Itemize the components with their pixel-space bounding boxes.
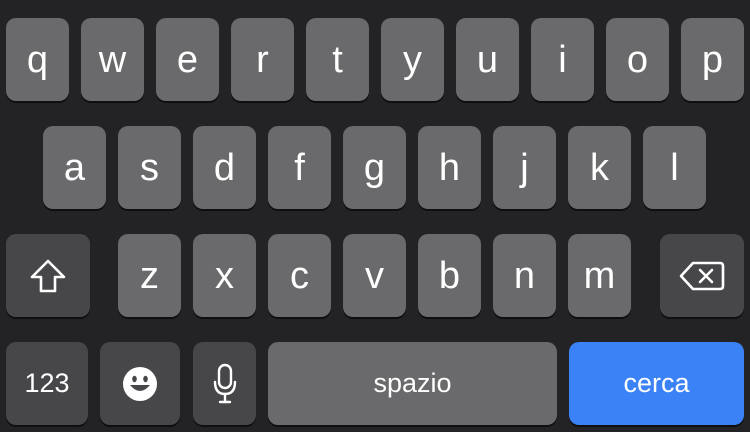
backspace-icon: [679, 260, 725, 292]
key-c[interactable]: c: [268, 234, 331, 317]
key-label: x: [215, 254, 234, 297]
key-a[interactable]: a: [43, 126, 106, 209]
key-w[interactable]: w: [81, 18, 144, 101]
numbers-key-label: 123: [24, 368, 70, 398]
key-label: g: [363, 146, 386, 189]
key-z[interactable]: z: [118, 234, 181, 317]
microphone-icon: [212, 363, 238, 405]
key-q[interactable]: q: [6, 18, 69, 101]
key-label: e: [176, 38, 199, 81]
key-label: s: [140, 146, 159, 189]
key-label: c: [290, 254, 309, 297]
key-label: h: [438, 146, 461, 189]
key-label: q: [26, 38, 49, 81]
microphone-key[interactable]: [193, 342, 256, 425]
key-label: d: [213, 146, 236, 189]
key-label: r: [256, 38, 269, 81]
key-d[interactable]: d: [193, 126, 256, 209]
key-label: o: [626, 38, 649, 81]
numbers-key[interactable]: 123: [6, 342, 88, 425]
key-l[interactable]: l: [643, 126, 706, 209]
key-label: a: [63, 146, 86, 189]
key-f[interactable]: f: [268, 126, 331, 209]
key-label: u: [476, 38, 499, 81]
key-label: i: [558, 38, 567, 81]
key-x[interactable]: x: [193, 234, 256, 317]
key-label: t: [332, 38, 343, 81]
key-b[interactable]: b: [418, 234, 481, 317]
key-v[interactable]: v: [343, 234, 406, 317]
key-e[interactable]: e: [156, 18, 219, 101]
space-key[interactable]: spazio: [268, 342, 557, 425]
key-label: m: [583, 254, 616, 297]
key-y[interactable]: y: [381, 18, 444, 101]
key-n[interactable]: n: [493, 234, 556, 317]
key-label: n: [513, 254, 536, 297]
search-key-label: cerca: [623, 368, 690, 398]
key-j[interactable]: j: [493, 126, 556, 209]
backspace-key[interactable]: [660, 234, 744, 317]
shift-icon: [29, 258, 67, 294]
key-label: b: [438, 254, 461, 297]
key-label: y: [403, 38, 422, 81]
key-label: l: [670, 146, 679, 189]
key-h[interactable]: h: [418, 126, 481, 209]
key-label: p: [701, 38, 724, 81]
key-r[interactable]: r: [231, 18, 294, 101]
shift-key[interactable]: [6, 234, 90, 317]
space-key-label: spazio: [373, 368, 452, 398]
key-p[interactable]: p: [681, 18, 744, 101]
key-label: z: [140, 254, 159, 297]
key-t[interactable]: t: [306, 18, 369, 101]
emoji-key[interactable]: [100, 342, 180, 425]
key-s[interactable]: s: [118, 126, 181, 209]
key-o[interactable]: o: [606, 18, 669, 101]
key-i[interactable]: i: [531, 18, 594, 101]
keyboard: q w e r t y u i o p a s d f g h j k l z …: [0, 0, 750, 432]
key-u[interactable]: u: [456, 18, 519, 101]
key-k[interactable]: k: [568, 126, 631, 209]
key-label: f: [294, 146, 305, 189]
key-label: w: [98, 38, 127, 81]
key-label: v: [365, 254, 384, 297]
key-m[interactable]: m: [568, 234, 631, 317]
key-label: j: [520, 146, 529, 189]
search-key[interactable]: cerca: [569, 342, 744, 425]
key-g[interactable]: g: [343, 126, 406, 209]
key-label: k: [590, 146, 609, 189]
emoji-icon: [122, 366, 158, 402]
